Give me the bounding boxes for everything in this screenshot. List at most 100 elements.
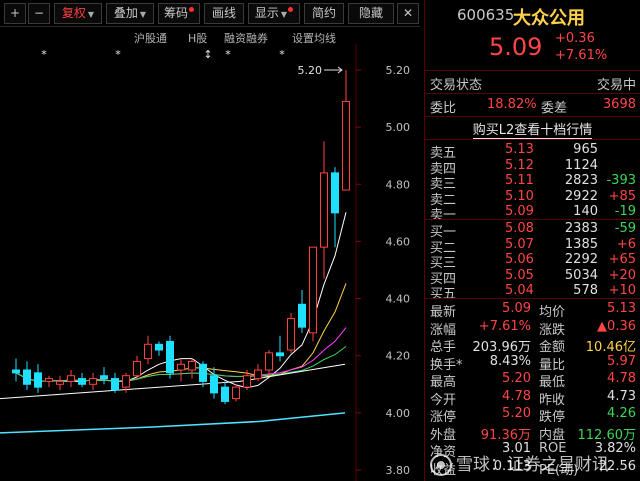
stat-label: 最新: [430, 305, 457, 320]
candle-body[interactable]: [331, 172, 339, 214]
ask-price: 5.10: [505, 188, 534, 204]
candle-body[interactable]: [67, 375, 75, 382]
xianshi-button[interactable]: 显示 ▼: [248, 3, 300, 24]
event-marker[interactable]: *: [41, 48, 47, 61]
candle-body[interactable]: [144, 343, 152, 360]
bid-volume: 578: [573, 283, 598, 298]
candle-body[interactable]: [34, 372, 42, 388]
bid-volume: 1385: [564, 236, 598, 252]
candle-body[interactable]: [111, 378, 119, 391]
candle-body[interactable]: [199, 363, 207, 382]
diejia-label: 叠加: [113, 6, 138, 20]
stat-value: 112.60万: [577, 427, 637, 443]
bid-delta: -59: [614, 221, 636, 236]
bid-price: 5.07: [505, 236, 534, 252]
candle-body[interactable]: [254, 369, 262, 380]
stat-label: 涨跌: [539, 322, 566, 338]
candlestick-chart[interactable]: 5.20 5.00 4.80 4.60 4.40 4.20 4.00 3.80 5.20 * * ↕ *…: [0, 44, 424, 481]
jianyue-button[interactable]: 简约: [304, 3, 344, 24]
event-marker[interactable]: *: [279, 48, 285, 61]
ask-price: 5.13: [505, 142, 534, 157]
divider: [425, 70, 640, 71]
chouma-button[interactable]: 筹码: [158, 3, 200, 24]
candle-body[interactable]: [23, 369, 31, 385]
chart-toolbar: + − 复权 ▼ 叠加 ▼ 筹码 画线 显示 ▼ 简约 隐藏 ✕: [0, 0, 420, 27]
zoom-out-button[interactable]: −: [28, 3, 50, 24]
stat-value: 4.26: [607, 406, 636, 421]
y-tick-label: 3.80: [386, 464, 411, 477]
candle-body[interactable]: [243, 375, 251, 388]
candle-body[interactable]: [276, 352, 284, 357]
y-tick-label: 4.80: [386, 178, 411, 191]
bid-volume: 2292: [564, 252, 598, 267]
candle-body[interactable]: [133, 360, 141, 377]
candle-body[interactable]: [188, 360, 196, 371]
stat-label: 外盘: [430, 427, 457, 443]
candle-body[interactable]: [342, 100, 350, 191]
stat-label: 内盘: [539, 427, 566, 443]
ask-volume: 965: [573, 142, 598, 157]
huaxian-button[interactable]: 画线: [204, 3, 244, 24]
candle-body[interactable]: [122, 375, 130, 388]
notification-dot-icon: [288, 7, 294, 12]
candle-body[interactable]: [320, 172, 328, 248]
stat-label: 昨收: [539, 392, 566, 408]
bid-delta: +6: [616, 236, 636, 252]
divider: [425, 298, 640, 299]
diejia-button[interactable]: 叠加 ▼: [106, 3, 154, 24]
candle-body[interactable]: [45, 378, 53, 382]
candle-body[interactable]: [12, 369, 20, 374]
ask-delta: +85: [608, 188, 636, 204]
stat-row: 涨停 5.20 跌停 4.26: [425, 406, 640, 425]
candle-body[interactable]: [89, 378, 97, 385]
stat-label: 涨幅: [430, 322, 457, 338]
candle-body[interactable]: [232, 386, 240, 400]
candle-body[interactable]: [166, 340, 174, 374]
stat-label: 最低: [539, 375, 566, 390]
stock-name: 大众公用: [513, 8, 585, 29]
yincang-button[interactable]: 隐藏: [348, 3, 394, 24]
candle-body[interactable]: [210, 375, 218, 394]
candle-body[interactable]: [100, 375, 108, 380]
ask-volume: 2823: [564, 173, 598, 188]
stat-value: 203.96万: [472, 340, 532, 355]
event-marker[interactable]: ↕: [203, 48, 212, 61]
bid-price: 5.06: [505, 252, 534, 267]
event-marker[interactable]: *: [225, 48, 231, 61]
ask-delta: -393: [606, 173, 636, 188]
fuquan-button[interactable]: 复权 ▼: [54, 3, 102, 24]
stat-label: 量比: [539, 357, 566, 373]
zoom-in-button[interactable]: +: [4, 3, 26, 24]
stat-value: 5.97: [607, 353, 636, 369]
current-price: 5.09: [489, 33, 543, 61]
candle-body[interactable]: [298, 303, 306, 328]
high-marker-label: 5.20: [298, 64, 323, 77]
event-marker[interactable]: *: [115, 48, 121, 61]
bid-volume: 5034: [564, 267, 598, 283]
stat-value: ▲0.36: [597, 318, 636, 334]
candle-body[interactable]: [78, 378, 86, 385]
weicha-label: 委差: [541, 101, 568, 116]
candle-body[interactable]: [287, 318, 295, 351]
weibi-row: 委比 18.82% 委差 3698: [425, 97, 640, 116]
watermark: 雪球：证券之星财讯: [430, 450, 609, 476]
xianshi-label: 显示: [254, 6, 279, 20]
ma120-line: [0, 412, 346, 434]
ask-delta: -19: [614, 204, 636, 219]
ask-price: 5.09: [505, 204, 534, 219]
candle-body[interactable]: [177, 363, 185, 371]
candle-body[interactable]: [155, 343, 163, 351]
close-button[interactable]: ✕: [397, 3, 419, 24]
stat-label: 涨停: [430, 410, 457, 425]
stat-value: 5.13: [607, 301, 636, 316]
candle-body[interactable]: [309, 246, 317, 334]
candle-body[interactable]: [221, 386, 229, 402]
candle-body[interactable]: [56, 380, 64, 385]
stat-value: 8.43%: [489, 353, 531, 369]
candle-body[interactable]: [265, 352, 273, 371]
l2-link[interactable]: 购买L2查看十档行情: [425, 119, 640, 139]
y-tick-label: 4.20: [386, 350, 411, 363]
bid-delta: +65: [608, 252, 636, 267]
stat-value: 5.09: [502, 301, 531, 316]
divider: [425, 116, 640, 117]
